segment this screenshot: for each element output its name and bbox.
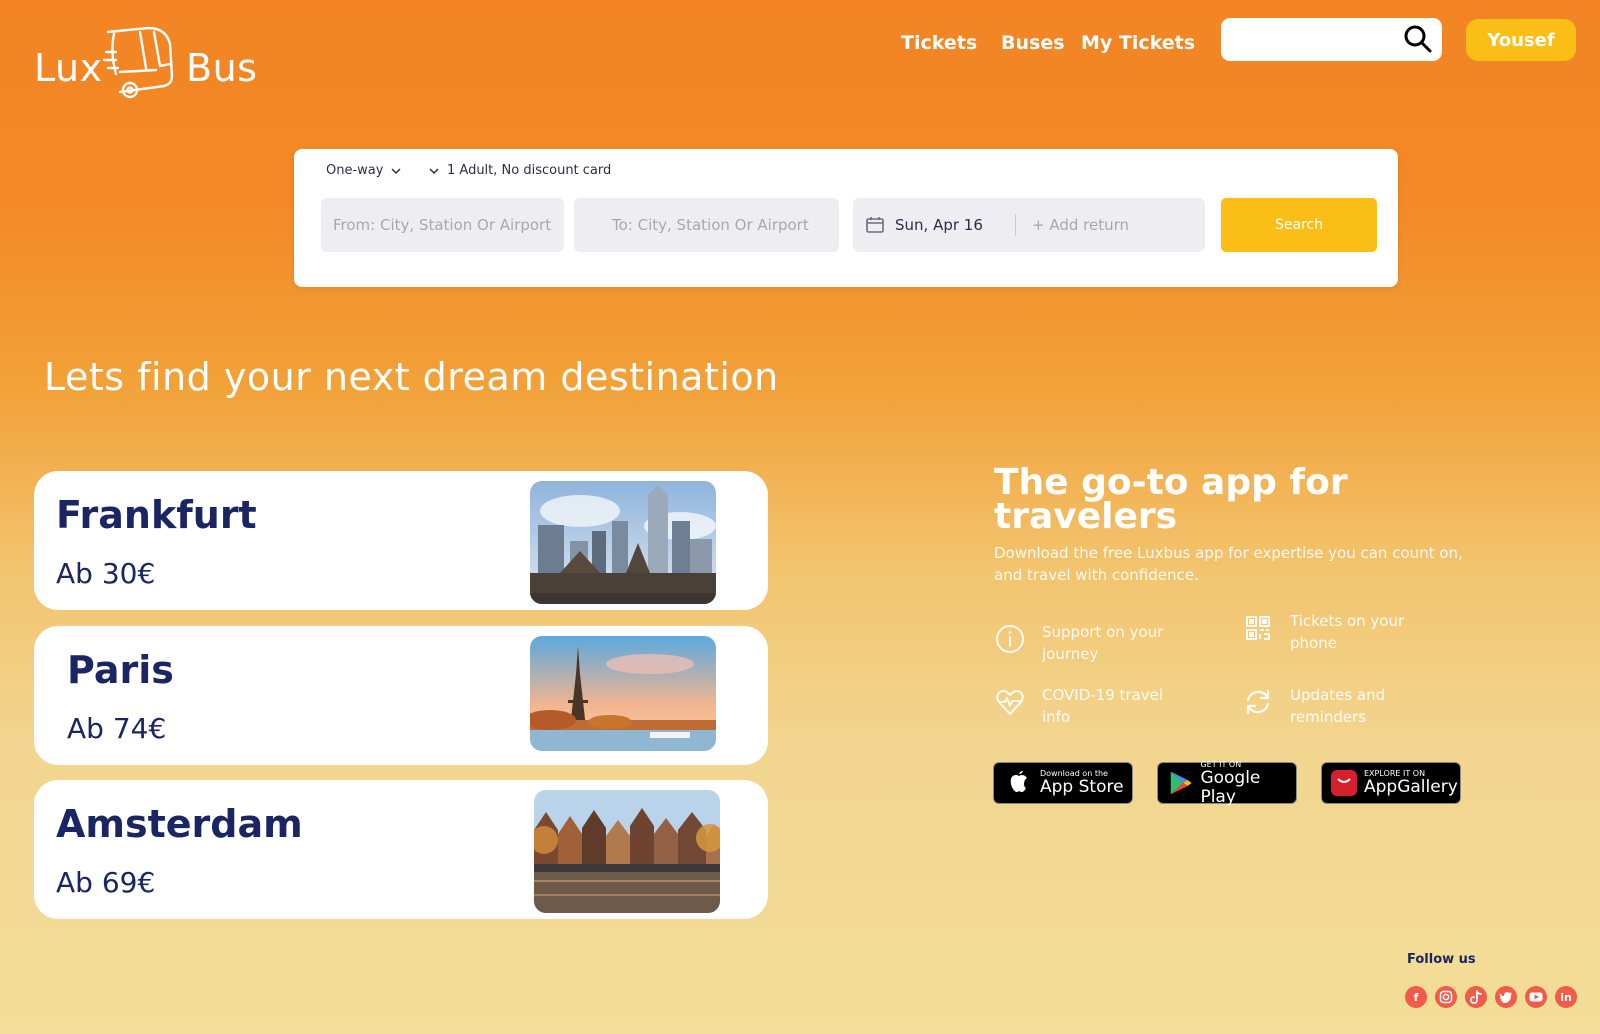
feature-label: COVID-19 travel info	[1042, 686, 1164, 726]
feature-support: Support on your journey	[994, 621, 1182, 665]
nav-my-tickets[interactable]: My Tickets	[1081, 32, 1195, 54]
page-headline: Lets find your next dream destination	[44, 355, 779, 399]
follow-us-label: Follow us	[1407, 952, 1476, 967]
paris-photo	[530, 636, 716, 751]
feature-tickets: Tickets on your phone	[1242, 610, 1430, 654]
search-button[interactable]: Search	[1221, 198, 1377, 252]
frankfurt-skyline-image	[530, 481, 716, 604]
instagram-icon[interactable]	[1435, 986, 1457, 1008]
destination-price: Ab 30€	[56, 557, 156, 590]
to-field	[574, 198, 839, 252]
paris-eiffel-image	[530, 636, 716, 751]
bus-logo-icon	[102, 26, 174, 99]
promo-title: The go-to app for travelers	[994, 462, 1348, 537]
destination-card-frankfurt[interactable]: Frankfurt Ab 30€	[34, 471, 768, 610]
passengers-select[interactable]: 1 Adult, No discount card	[427, 163, 611, 178]
feature-label: Tickets on your phone	[1290, 612, 1405, 652]
twitter-icon[interactable]	[1495, 986, 1517, 1008]
destination-city: Paris	[67, 648, 174, 692]
heart-pulse-icon	[996, 690, 1024, 715]
add-return-link[interactable]: + Add return	[1032, 216, 1129, 234]
logo[interactable]: Lux Bus	[34, 22, 264, 102]
logo-text-bus: Bus	[186, 46, 258, 90]
header-search-input[interactable]	[1231, 18, 1405, 59]
booking-panel: One-way 1 Adult, No discount card Sun, A…	[294, 149, 1398, 287]
trip-type-select[interactable]: One-way	[326, 163, 403, 178]
destination-card-amsterdam[interactable]: Amsterdam Ab 69€	[34, 780, 768, 919]
feature-label: Updates and reminders	[1290, 686, 1386, 726]
from-input[interactable]	[321, 198, 564, 252]
passengers-label: 1 Adult, No discount card	[447, 163, 612, 178]
to-input[interactable]	[574, 198, 839, 252]
qr-code-icon	[1246, 616, 1270, 640]
destination-city: Amsterdam	[56, 802, 303, 846]
youtube-icon[interactable]	[1525, 986, 1547, 1008]
destination-card-paris[interactable]: Paris Ab 74€	[34, 626, 768, 765]
google-play-button[interactable]: GET IT ON Google Play	[1157, 760, 1297, 807]
tiktok-icon[interactable]	[1465, 986, 1487, 1008]
feature-label: Support on your journey	[1042, 623, 1164, 663]
amsterdam-canal-image	[534, 790, 720, 913]
from-field	[321, 198, 564, 252]
chevron-down-icon	[429, 167, 439, 174]
nav-buses[interactable]: Buses	[1001, 32, 1065, 54]
google-play-icon	[1170, 771, 1192, 795]
youtube-glyph	[1529, 992, 1543, 1002]
amsterdam-photo	[534, 790, 720, 913]
frankfurt-photo	[530, 481, 716, 604]
destination-city: Frankfurt	[56, 493, 257, 537]
store-big-label: Google Play	[1200, 767, 1261, 807]
twitter-glyph	[1499, 992, 1512, 1003]
facebook-icon[interactable]: f	[1405, 986, 1427, 1008]
nav-tickets[interactable]: Tickets	[901, 32, 977, 54]
search-icon[interactable]	[1402, 23, 1434, 55]
date-field[interactable]: Sun, Apr 16 + Add return	[853, 198, 1205, 252]
instagram-glyph	[1439, 990, 1453, 1004]
promo-subtitle: Download the free Luxbus app for experti…	[994, 544, 1463, 584]
date-value: Sun, Apr 16	[895, 216, 983, 234]
trip-type-label: One-way	[326, 163, 384, 178]
refresh-icon	[1246, 689, 1270, 715]
feature-updates: Updates and reminders	[1242, 684, 1430, 728]
info-icon	[996, 625, 1024, 653]
app-store-button[interactable]: Download on the App Store	[993, 762, 1133, 804]
tiktok-glyph	[1470, 990, 1482, 1004]
destination-price: Ab 69€	[56, 866, 156, 899]
date-divider	[1015, 214, 1016, 236]
apple-icon	[1010, 771, 1027, 792]
app-gallery-button[interactable]: EXPLORE IT ON AppGallery	[1321, 762, 1461, 804]
chevron-down-icon	[391, 167, 401, 174]
logo-text-lux: Lux	[34, 46, 103, 90]
header-search	[1221, 18, 1442, 61]
huawei-icon	[1331, 770, 1357, 796]
store-big-label: AppGallery	[1364, 777, 1458, 797]
calendar-icon	[866, 217, 884, 233]
destination-price: Ab 74€	[67, 712, 167, 745]
linkedin-icon[interactable]: in	[1555, 986, 1577, 1008]
feature-covid: COVID-19 travel info	[994, 684, 1182, 728]
store-big-label: App Store	[1040, 777, 1124, 797]
user-button[interactable]: Yousef	[1466, 19, 1576, 61]
